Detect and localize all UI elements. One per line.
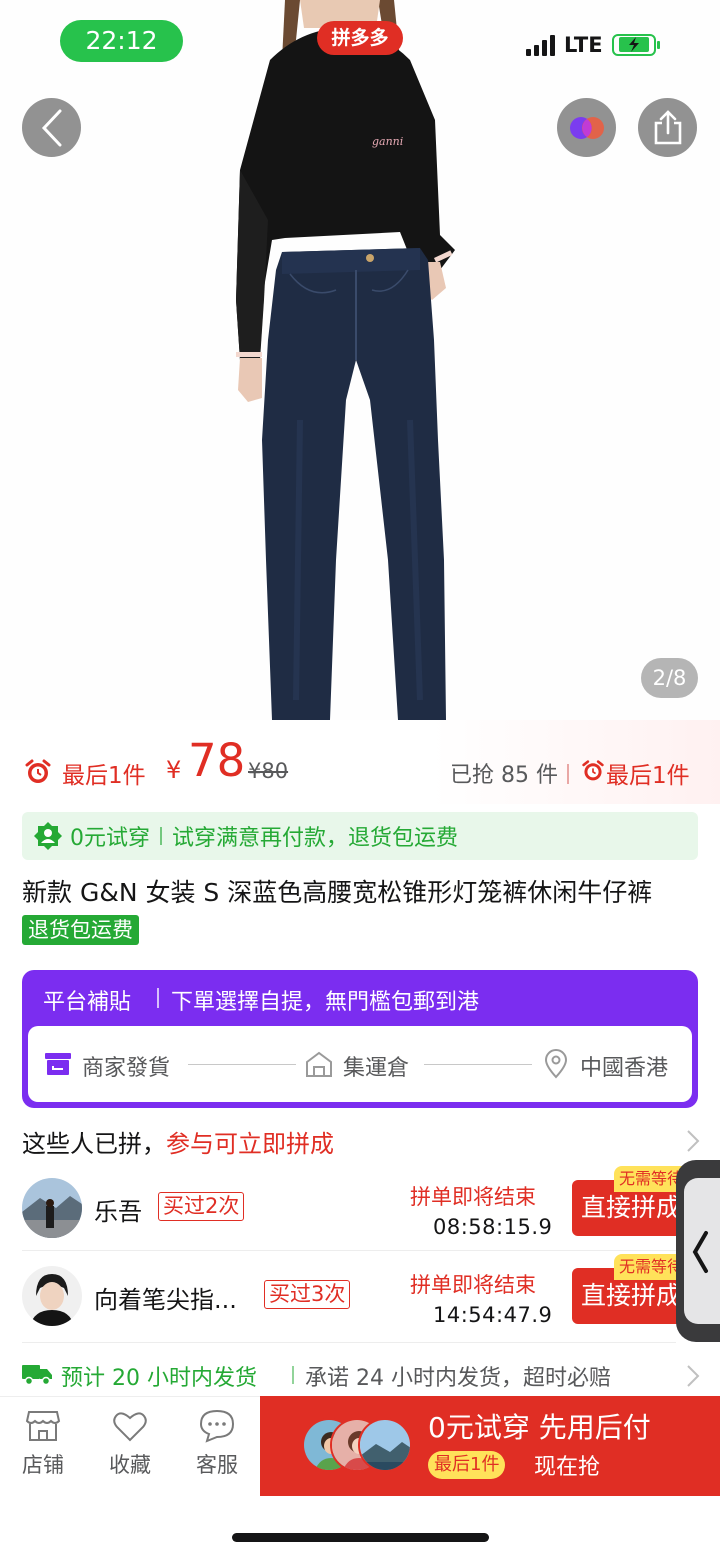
- group-ending-label: 拼单即将结束: [410, 1185, 536, 1209]
- bought-times-tag: 买过3次: [264, 1280, 351, 1309]
- tab-customer-service-label: 客服: [196, 1453, 238, 1477]
- original-price: ¥80: [248, 759, 289, 783]
- tab-favorite[interactable]: 收藏: [100, 1409, 160, 1479]
- current-price: 78: [188, 734, 246, 787]
- try-description: 试穿满意再付款，退货包运费: [172, 826, 459, 851]
- alarm-clock-icon: [582, 760, 604, 781]
- shipping-step-warehouse: 集運倉: [343, 1056, 410, 1081]
- back-button[interactable]: [22, 98, 81, 157]
- divider: [22, 1250, 676, 1251]
- platform-subsidy-title: 平台補貼: [43, 990, 132, 1015]
- signal-icon: [526, 34, 555, 56]
- group-buy-header[interactable]: 这些人已拼，参与可立即拼成: [22, 1124, 334, 1159]
- group-ending-label: 拼单即将结束: [410, 1273, 536, 1297]
- countdown-timer: 08:58:15.9: [433, 1215, 553, 1239]
- tab-customer-service[interactable]: 客服: [187, 1409, 247, 1479]
- divider: [157, 988, 159, 1008]
- badge-user-icon: [34, 822, 62, 850]
- avatar: [22, 1178, 82, 1238]
- countdown-timer: 14:54:47.9: [433, 1303, 553, 1327]
- product-title: 新款 G&N 女装 S 深蓝色高腰宽松锥形灯笼裤休闲牛仔裤 退货包运费: [22, 874, 698, 950]
- last-one-pill: 最后1件: [428, 1451, 506, 1479]
- avatar: [358, 1418, 412, 1472]
- merchant-box-icon: [45, 1053, 71, 1075]
- store-icon: [25, 1411, 61, 1441]
- image-counter: 2/8: [641, 658, 698, 698]
- share-button[interactable]: [638, 98, 697, 157]
- chevron-right-icon: [687, 1365, 700, 1387]
- tab-store[interactable]: 店铺: [13, 1409, 73, 1479]
- brand-badge: 拼多多: [317, 21, 403, 55]
- network-type: LTE: [564, 33, 603, 57]
- shipping-promise: 承诺 24 小时内发货，超时必赔: [305, 1366, 611, 1391]
- buyer-name: 乐吾: [94, 1198, 142, 1226]
- chevron-right-icon: [687, 1130, 700, 1152]
- product-gallery[interactable]: ganni 22:12 拼多多 LTE 2/8: [0, 0, 720, 720]
- group-buy-cta: 参与可立即拼成: [166, 1130, 334, 1158]
- currency-symbol: ¥: [166, 756, 182, 784]
- shipping-step-merchant: 商家發貨: [82, 1056, 171, 1081]
- divider: [292, 1366, 294, 1384]
- route-line: [188, 1064, 296, 1065]
- tab-favorite-label: 收藏: [109, 1453, 151, 1477]
- last-one-label-right: 最后1件: [606, 763, 690, 789]
- shipping-step-destination: 中國香港: [580, 1056, 669, 1081]
- battery-icon: [611, 34, 660, 56]
- buyer-name: 向着笔尖指...: [94, 1286, 237, 1314]
- avatar: [22, 1266, 82, 1326]
- status-time: 22:12: [60, 20, 183, 62]
- divider: [22, 1342, 676, 1343]
- free-return-tag: 退货包运费: [22, 915, 139, 945]
- similar-items-button[interactable]: [557, 98, 616, 157]
- home-indicator[interactable]: [232, 1533, 489, 1542]
- buy-now-label: 现在抢: [534, 1455, 601, 1480]
- tab-store-label: 店铺: [22, 1453, 64, 1477]
- group-buy-title: 这些人已拼，: [22, 1130, 166, 1158]
- alarm-clock-icon: [25, 759, 51, 783]
- product-title-text: 新款 G&N 女装 S 深蓝色高腰宽松锥形灯笼裤休闲牛仔裤: [22, 878, 653, 907]
- share-icon: [654, 109, 681, 144]
- try-before-pay-banner[interactable]: 0元试穿 试穿满意再付款，退货包运费: [22, 812, 698, 860]
- buy-button-title: 0元试穿 先用后付: [428, 1411, 651, 1444]
- route-line: [424, 1064, 532, 1065]
- heart-icon: [113, 1412, 147, 1442]
- estimated-shipping: 预计 20 小时内发货: [61, 1366, 257, 1391]
- overlap-circles-icon: [569, 116, 604, 139]
- warehouse-icon: [306, 1051, 332, 1077]
- divider: [160, 827, 162, 845]
- svg-text:ganni: ganni: [372, 135, 403, 148]
- truck-icon: [22, 1365, 52, 1386]
- chat-bubble-icon: [199, 1409, 235, 1443]
- status-indicators: LTE: [526, 33, 660, 57]
- chevron-left-icon: [692, 1231, 708, 1273]
- platform-subsidy-desc: 下單選擇自提，無門檻包郵到港: [171, 990, 480, 1015]
- divider: [567, 764, 569, 784]
- location-pin-icon: [544, 1049, 568, 1079]
- sold-count: 已抢 85 件: [450, 763, 558, 788]
- try-label: 0元试穿: [70, 826, 150, 851]
- bought-times-tag: 买过2次: [158, 1192, 245, 1221]
- last-one-label: 最后1件: [62, 763, 146, 789]
- product-image[interactable]: ganni: [0, 0, 720, 720]
- chevron-left-icon: [41, 109, 61, 146]
